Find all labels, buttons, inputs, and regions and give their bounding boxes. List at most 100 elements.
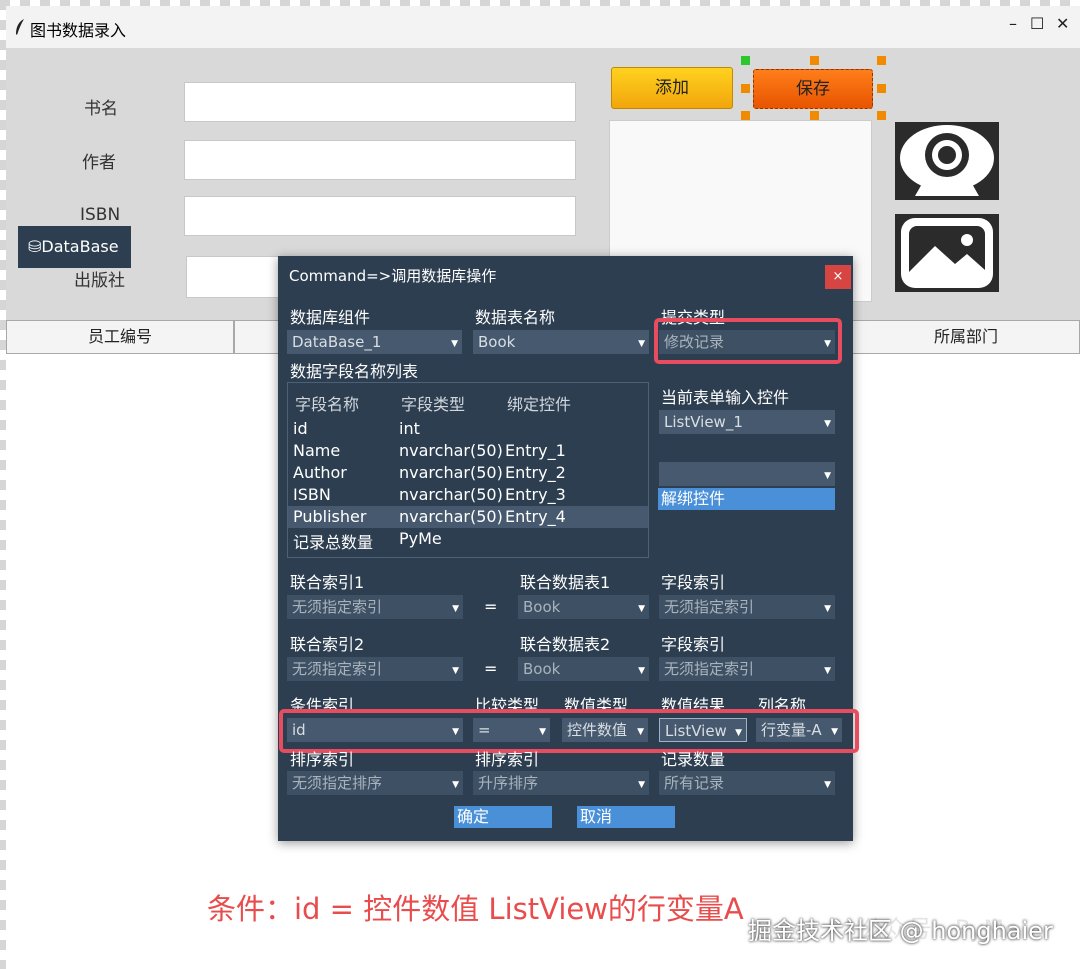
sort-index-value: 无须指定排序: [292, 774, 383, 792]
database-icon: ⛁: [28, 237, 42, 256]
selection-handle[interactable]: [877, 56, 886, 65]
add-button[interactable]: 添加: [611, 67, 733, 109]
chevron-down-icon: ▼: [638, 604, 645, 614]
join-table2-label: 联合数据表2: [520, 635, 611, 654]
dialog-close-button[interactable]: ×: [825, 265, 851, 289]
author-entry[interactable]: [184, 140, 576, 180]
field-name: Author: [293, 463, 347, 482]
current-input-label: 当前表单输入控件: [661, 388, 790, 407]
chevron-down-icon: ▼: [452, 604, 459, 614]
selection-handle[interactable]: [877, 84, 886, 93]
join-index1-label: 联合索引1: [290, 573, 365, 592]
list-item[interactable]: Name nvarchar(50) Entry_1: [288, 440, 648, 462]
field-name: Name: [293, 441, 341, 460]
join-table1-label: 联合数据表1: [520, 573, 611, 592]
sort-index2-label: 排序索引: [475, 750, 540, 769]
selection-handle[interactable]: [810, 56, 819, 65]
database-label: DataBase: [41, 237, 119, 256]
cancel-button[interactable]: 取消: [577, 806, 675, 828]
table-name-combo[interactable]: Book ▼: [473, 330, 649, 354]
chevron-down-icon: ▼: [638, 780, 645, 790]
selection-handle[interactable]: [741, 56, 750, 65]
field-name: id: [293, 419, 308, 438]
field-bind: Entry_4: [505, 507, 566, 526]
book-name-label: 书名: [84, 99, 118, 119]
current-input-combo[interactable]: ListView_1 ▼: [659, 410, 835, 434]
selection-handle[interactable]: [741, 84, 750, 93]
field-name: Publisher: [293, 507, 367, 526]
annotation-caption: 条件：id = 控件数值 ListView的行变量A: [207, 892, 744, 926]
maximize-button[interactable]: ☐: [1030, 14, 1044, 33]
db-component-label: 数据库组件: [290, 308, 371, 327]
field-type: int: [399, 419, 420, 438]
current-input-value: ListView_1: [664, 413, 743, 431]
column-header-employee-id[interactable]: 员工编号: [6, 320, 234, 354]
highlight-box: [279, 709, 859, 753]
minimize-button[interactable]: –: [1009, 14, 1017, 33]
record-count-combo[interactable]: 所有记录 ▼: [659, 771, 835, 795]
sort-order-combo[interactable]: 升序排序 ▼: [473, 771, 649, 795]
chevron-down-icon: ▼: [824, 604, 831, 614]
field-index2-combo[interactable]: 无须指定索引 ▼: [659, 657, 835, 681]
join-index1-combo[interactable]: 无须指定索引 ▼: [287, 595, 463, 619]
field-list-label: 数据字段名称列表: [290, 362, 419, 381]
list-item-selected[interactable]: Publisher nvarchar(50) Entry_4: [288, 506, 648, 528]
selection-handle[interactable]: [877, 111, 886, 120]
field-type: nvarchar(50): [399, 485, 503, 504]
chevron-down-icon: ▼: [451, 339, 458, 349]
publisher-label: 出版社: [74, 271, 125, 291]
join-table2-value: Book: [523, 660, 561, 678]
field-list[interactable]: 字段名称 字段类型 绑定控件 id int Name nvarchar(50) …: [287, 382, 649, 558]
command-dialog: Command=>调用数据库操作 × 数据库组件 DataBase_1 ▼ 数据表…: [278, 256, 859, 841]
join-table1-combo[interactable]: Book ▼: [518, 595, 649, 619]
field-index1-value: 无须指定索引: [664, 598, 755, 616]
field-index1-label: 字段索引: [661, 573, 726, 592]
join-table1-value: Book: [523, 598, 561, 616]
chevron-down-icon: ▼: [824, 419, 831, 429]
join-table2-combo[interactable]: Book ▼: [518, 657, 649, 681]
camera-icon[interactable]: [895, 122, 999, 200]
join-index2-value: 无须指定索引: [292, 660, 383, 678]
isbn-label: ISBN: [80, 205, 121, 225]
unbind-control-button[interactable]: 解绑控件: [658, 488, 835, 510]
bind-control-header: 绑定控件: [507, 395, 572, 414]
close-button[interactable]: ✕: [1056, 14, 1069, 33]
field-index1-combo[interactable]: 无须指定索引 ▼: [659, 595, 835, 619]
highlight-box: [654, 318, 842, 364]
book-name-entry[interactable]: [184, 82, 576, 122]
window-title: 图书数据录入: [30, 21, 127, 40]
selection-handle[interactable]: [810, 111, 819, 120]
list-item[interactable]: ISBN nvarchar(50) Entry_3: [288, 484, 648, 506]
table-name-label: 数据表名称: [475, 308, 556, 327]
column-header-department[interactable]: 所属部门: [852, 320, 1080, 354]
field-index2-value: 无须指定索引: [664, 660, 755, 678]
author-label: 作者: [82, 153, 116, 173]
field-type: PyMe: [399, 529, 442, 548]
sort-index-label: 排序索引: [290, 750, 355, 769]
isbn-entry[interactable]: [184, 196, 576, 236]
title-bar: 图书数据录入 – ☐ ✕: [6, 6, 1080, 48]
db-component-combo[interactable]: DataBase_1 ▼: [287, 330, 462, 354]
join-index2-combo[interactable]: 无须指定索引 ▼: [287, 657, 463, 681]
list-item[interactable]: Author nvarchar(50) Entry_2: [288, 462, 648, 484]
picture-icon[interactable]: [895, 214, 999, 292]
record-count-label: 记录数量: [661, 750, 726, 769]
field-name-header: 字段名称: [295, 395, 360, 414]
sort-index-combo[interactable]: 无须指定排序 ▼: [287, 771, 463, 795]
chevron-down-icon: ▼: [824, 780, 831, 790]
selection-handle[interactable]: [741, 111, 750, 120]
watermark: 掘金技术社区 @ honghaier: [748, 917, 1053, 945]
bind-control-combo[interactable]: ▼: [659, 462, 835, 486]
database-button[interactable]: ⛁DataBase: [18, 226, 131, 268]
field-bind: Entry_1: [505, 441, 566, 460]
list-item[interactable]: id int: [288, 418, 648, 440]
list-item[interactable]: 记录总数量 PyMe: [288, 528, 648, 552]
field-name: ISBN: [293, 485, 331, 504]
field-type: nvarchar(50): [399, 441, 503, 460]
ok-button[interactable]: 确定: [454, 806, 552, 828]
save-button[interactable]: 保存: [753, 69, 873, 109]
db-component-value: DataBase_1: [292, 333, 382, 351]
field-type: nvarchar(50): [399, 463, 503, 482]
chevron-down-icon: ▼: [638, 666, 645, 676]
field-bind: Entry_2: [505, 463, 566, 482]
